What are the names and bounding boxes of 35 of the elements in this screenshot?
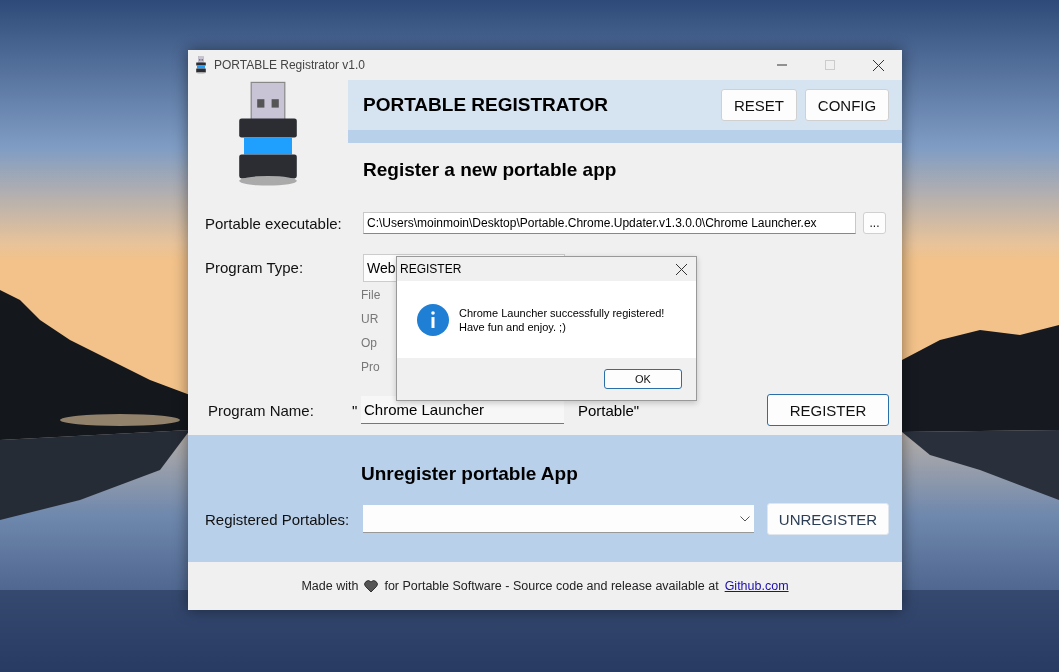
section-heading: Register a new portable app bbox=[363, 159, 618, 181]
option-label: Pro bbox=[361, 359, 380, 376]
chevron-down-icon bbox=[740, 515, 750, 522]
dialog-message: Chrome Launcher successfully registered! bbox=[459, 305, 665, 320]
quote-mark: " bbox=[352, 401, 359, 419]
heart-icon bbox=[364, 579, 379, 593]
registered-portables-dropdown[interactable] bbox=[363, 505, 754, 533]
window-title: PORTABLE Registrator v1.0 bbox=[214, 58, 366, 72]
option-label: Op bbox=[361, 335, 377, 352]
field-label: Program Name: bbox=[208, 401, 315, 419]
close-icon bbox=[872, 59, 884, 71]
executable-field[interactable]: C:\Users\moinmoin\Desktop\Portable.Chrome.Updater.v1.3.0.0\Chrome Launcher.ex bbox=[363, 212, 856, 234]
browse-button[interactable]: ... bbox=[863, 212, 886, 234]
name-suffix: Portable" bbox=[578, 401, 641, 419]
unregister-button[interactable]: UNREGISTER bbox=[767, 503, 889, 535]
config-button[interactable]: CONFIG bbox=[805, 89, 889, 121]
option-label: File bbox=[361, 287, 381, 304]
reset-button[interactable]: RESET bbox=[721, 89, 797, 121]
maximize-icon bbox=[825, 60, 835, 70]
section-heading: Unregister portable App bbox=[361, 463, 579, 485]
dialog-title: REGISTER bbox=[400, 262, 463, 276]
field-label: Program Type: bbox=[205, 259, 305, 276]
field-label: Registered Portables: bbox=[205, 510, 351, 528]
app-title: PORTABLE REGISTRATOR bbox=[363, 94, 609, 116]
footer-text: for Portable Software - Source code and release available at bbox=[384, 579, 719, 593]
dialog-message: Have fun and enjoy. ;) bbox=[459, 319, 567, 334]
github-link[interactable]: Github.com bbox=[724, 579, 789, 593]
app-icon bbox=[194, 56, 208, 74]
footer-text: Made with bbox=[301, 579, 359, 593]
close-icon bbox=[675, 263, 687, 275]
option-label: UR bbox=[361, 311, 379, 328]
ok-button[interactable]: OK bbox=[604, 369, 682, 389]
field-label: Portable executable: bbox=[205, 214, 343, 232]
info-icon bbox=[417, 303, 449, 336]
register-button[interactable]: REGISTER bbox=[767, 394, 889, 426]
